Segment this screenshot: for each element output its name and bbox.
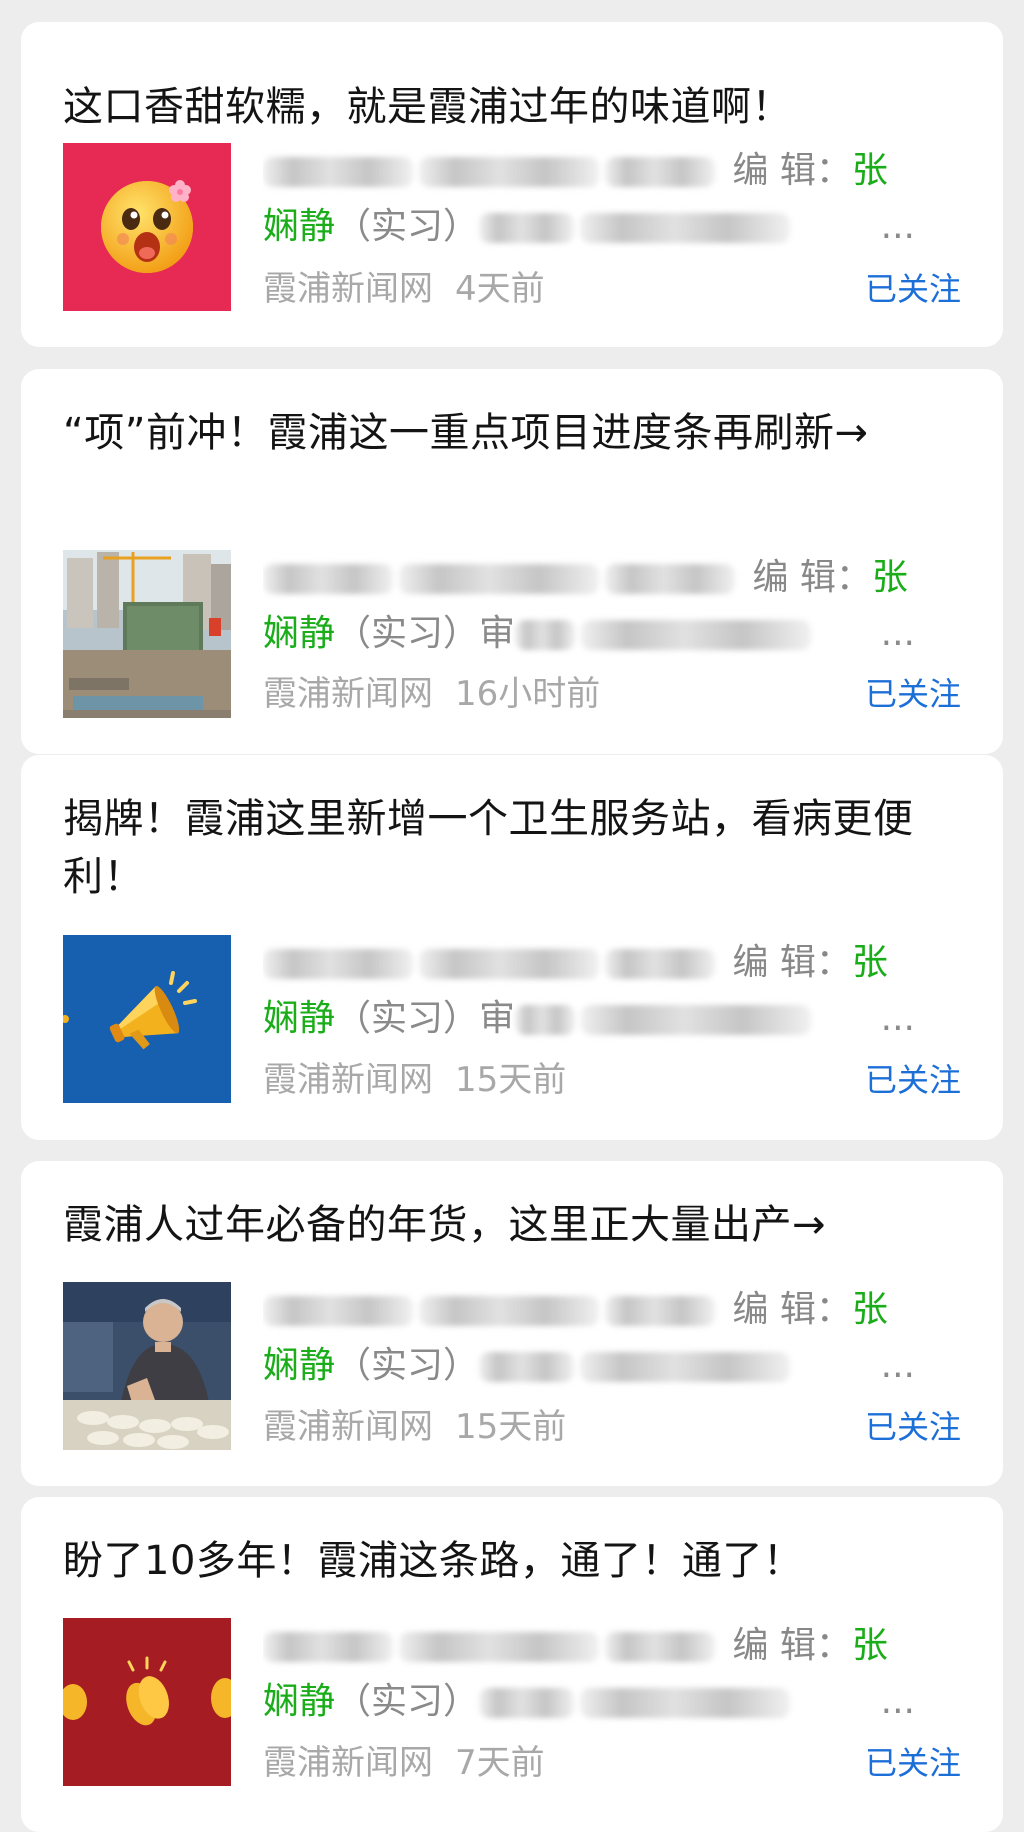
publish-time: 4天前	[455, 269, 545, 309]
follow-button[interactable]: 已关注	[865, 666, 961, 722]
editor-name-part1: 张	[871, 557, 908, 598]
article-meta: 霞浦新闻网 4天前 已关注	[263, 261, 961, 317]
intern-note: （实习）	[335, 1345, 480, 1386]
source-name: 霞浦新闻网	[263, 674, 433, 714]
editor-label: 编 辑：	[752, 557, 872, 598]
intern-note: （实习）	[335, 206, 480, 247]
article-summary: 编 辑：张 娴静（实习） ...	[263, 1282, 955, 1394]
article-card[interactable]: 这口香甜软糯，就是霞浦过年的味道啊！ 编 辑：张 娴静（实习） ... 霞浦新闻…	[21, 22, 1003, 347]
audit-label: 审	[479, 613, 516, 654]
article-meta: 霞浦新闻网 15天前 已关注	[263, 1052, 961, 1108]
follow-button[interactable]: 已关注	[865, 1399, 961, 1455]
editor-name-part2: 娴静	[263, 1345, 336, 1386]
article-summary: 编 辑：张 娴静（实习） ...	[263, 143, 955, 255]
article-meta: 霞浦新闻网 7天前 已关注	[263, 1735, 961, 1791]
editor-name-part2: 娴静	[263, 613, 336, 654]
publish-time: 16小时前	[455, 674, 601, 714]
clapping-hands-icon	[63, 1618, 231, 1786]
article-thumbnail[interactable]	[63, 935, 231, 1103]
article-thumbnail[interactable]	[63, 550, 231, 718]
editor-label: 编 辑：	[732, 150, 852, 191]
article-title[interactable]: “项”前冲！霞浦这一重点项目进度条再刷新→	[63, 404, 945, 462]
editor-name-part1: 张	[851, 150, 888, 191]
article-title[interactable]: 这口香甜软糯，就是霞浦过年的味道啊！	[63, 78, 945, 136]
follow-button[interactable]: 已关注	[865, 261, 961, 317]
ellipsis: ...	[880, 998, 915, 1039]
article-summary: 编 辑：张 娴静（实习）审 ...	[263, 935, 955, 1047]
editor-name-part1: 张	[851, 1289, 888, 1330]
megaphone-icon	[63, 935, 231, 1103]
article-card[interactable]: 霞浦人过年必备的年货，这里正大量出产→ 编 辑：张 娴静（实习） ... 霞浦新…	[21, 1161, 1003, 1486]
audit-label: 审	[479, 998, 516, 1039]
article-meta: 霞浦新闻网 15天前 已关注	[263, 1399, 961, 1455]
article-title[interactable]: 霞浦人过年必备的年货，这里正大量出产→	[63, 1196, 945, 1254]
construction-site-photo	[63, 550, 231, 718]
intern-note: （实习）	[335, 1681, 480, 1722]
surprised-face-emoji-icon	[101, 180, 193, 273]
source-name: 霞浦新闻网	[263, 269, 433, 309]
intern-note: （实习）	[335, 998, 480, 1039]
publish-time: 15天前	[455, 1060, 567, 1100]
article-thumbnail[interactable]	[63, 1282, 231, 1450]
article-card[interactable]: 盼了10多年！霞浦这条路，通了！通了！ 编 辑：张 娴静（实习） ... 霞浦新…	[21, 1497, 1003, 1832]
publish-time: 15天前	[455, 1407, 567, 1447]
editor-label: 编 辑：	[732, 1289, 852, 1330]
source-name: 霞浦新闻网	[263, 1407, 433, 1447]
editor-label: 编 辑：	[732, 1625, 852, 1666]
editor-label: 编 辑：	[732, 942, 852, 983]
editor-name-part1: 张	[851, 1625, 888, 1666]
editor-name-part2: 娴静	[263, 206, 336, 247]
ellipsis: ...	[880, 1345, 915, 1386]
article-summary: 编 辑：张 娴静（实习） ...	[263, 1618, 955, 1730]
article-meta: 霞浦新闻网 16小时前 已关注	[263, 666, 961, 722]
ellipsis: ...	[880, 206, 915, 247]
article-card[interactable]: 揭牌！霞浦这里新增一个卫生服务站，看病更便利！ 编 辑：张 娴静（实习）审 ..…	[21, 755, 1003, 1140]
article-summary: 编 辑：张 娴静（实习）审 ...	[263, 550, 955, 662]
article-thumbnail[interactable]	[63, 1618, 231, 1786]
intern-note: （实习）	[335, 613, 480, 654]
editor-name-part1: 张	[851, 942, 888, 983]
article-feed: 这口香甜软糯，就是霞浦过年的味道啊！ 编 辑：张 娴静（实习） ... 霞浦新闻…	[0, 0, 1024, 1832]
article-thumbnail[interactable]	[63, 143, 231, 311]
source-name: 霞浦新闻网	[263, 1743, 433, 1783]
ellipsis: ...	[880, 1681, 915, 1722]
man-with-rice-cakes-photo	[63, 1282, 231, 1450]
editor-name-part2: 娴静	[263, 1681, 336, 1722]
publish-time: 7天前	[455, 1743, 545, 1783]
follow-button[interactable]: 已关注	[865, 1052, 961, 1108]
editor-name-part2: 娴静	[263, 998, 336, 1039]
follow-button[interactable]: 已关注	[865, 1735, 961, 1791]
article-title[interactable]: 盼了10多年！霞浦这条路，通了！通了！	[63, 1532, 945, 1590]
article-title[interactable]: 揭牌！霞浦这里新增一个卫生服务站，看病更便利！	[63, 790, 945, 906]
source-name: 霞浦新闻网	[263, 1060, 433, 1100]
ellipsis: ...	[880, 613, 915, 654]
article-card[interactable]: “项”前冲！霞浦这一重点项目进度条再刷新→ 编 辑：张 娴静（实习）审 ... …	[21, 369, 1003, 754]
